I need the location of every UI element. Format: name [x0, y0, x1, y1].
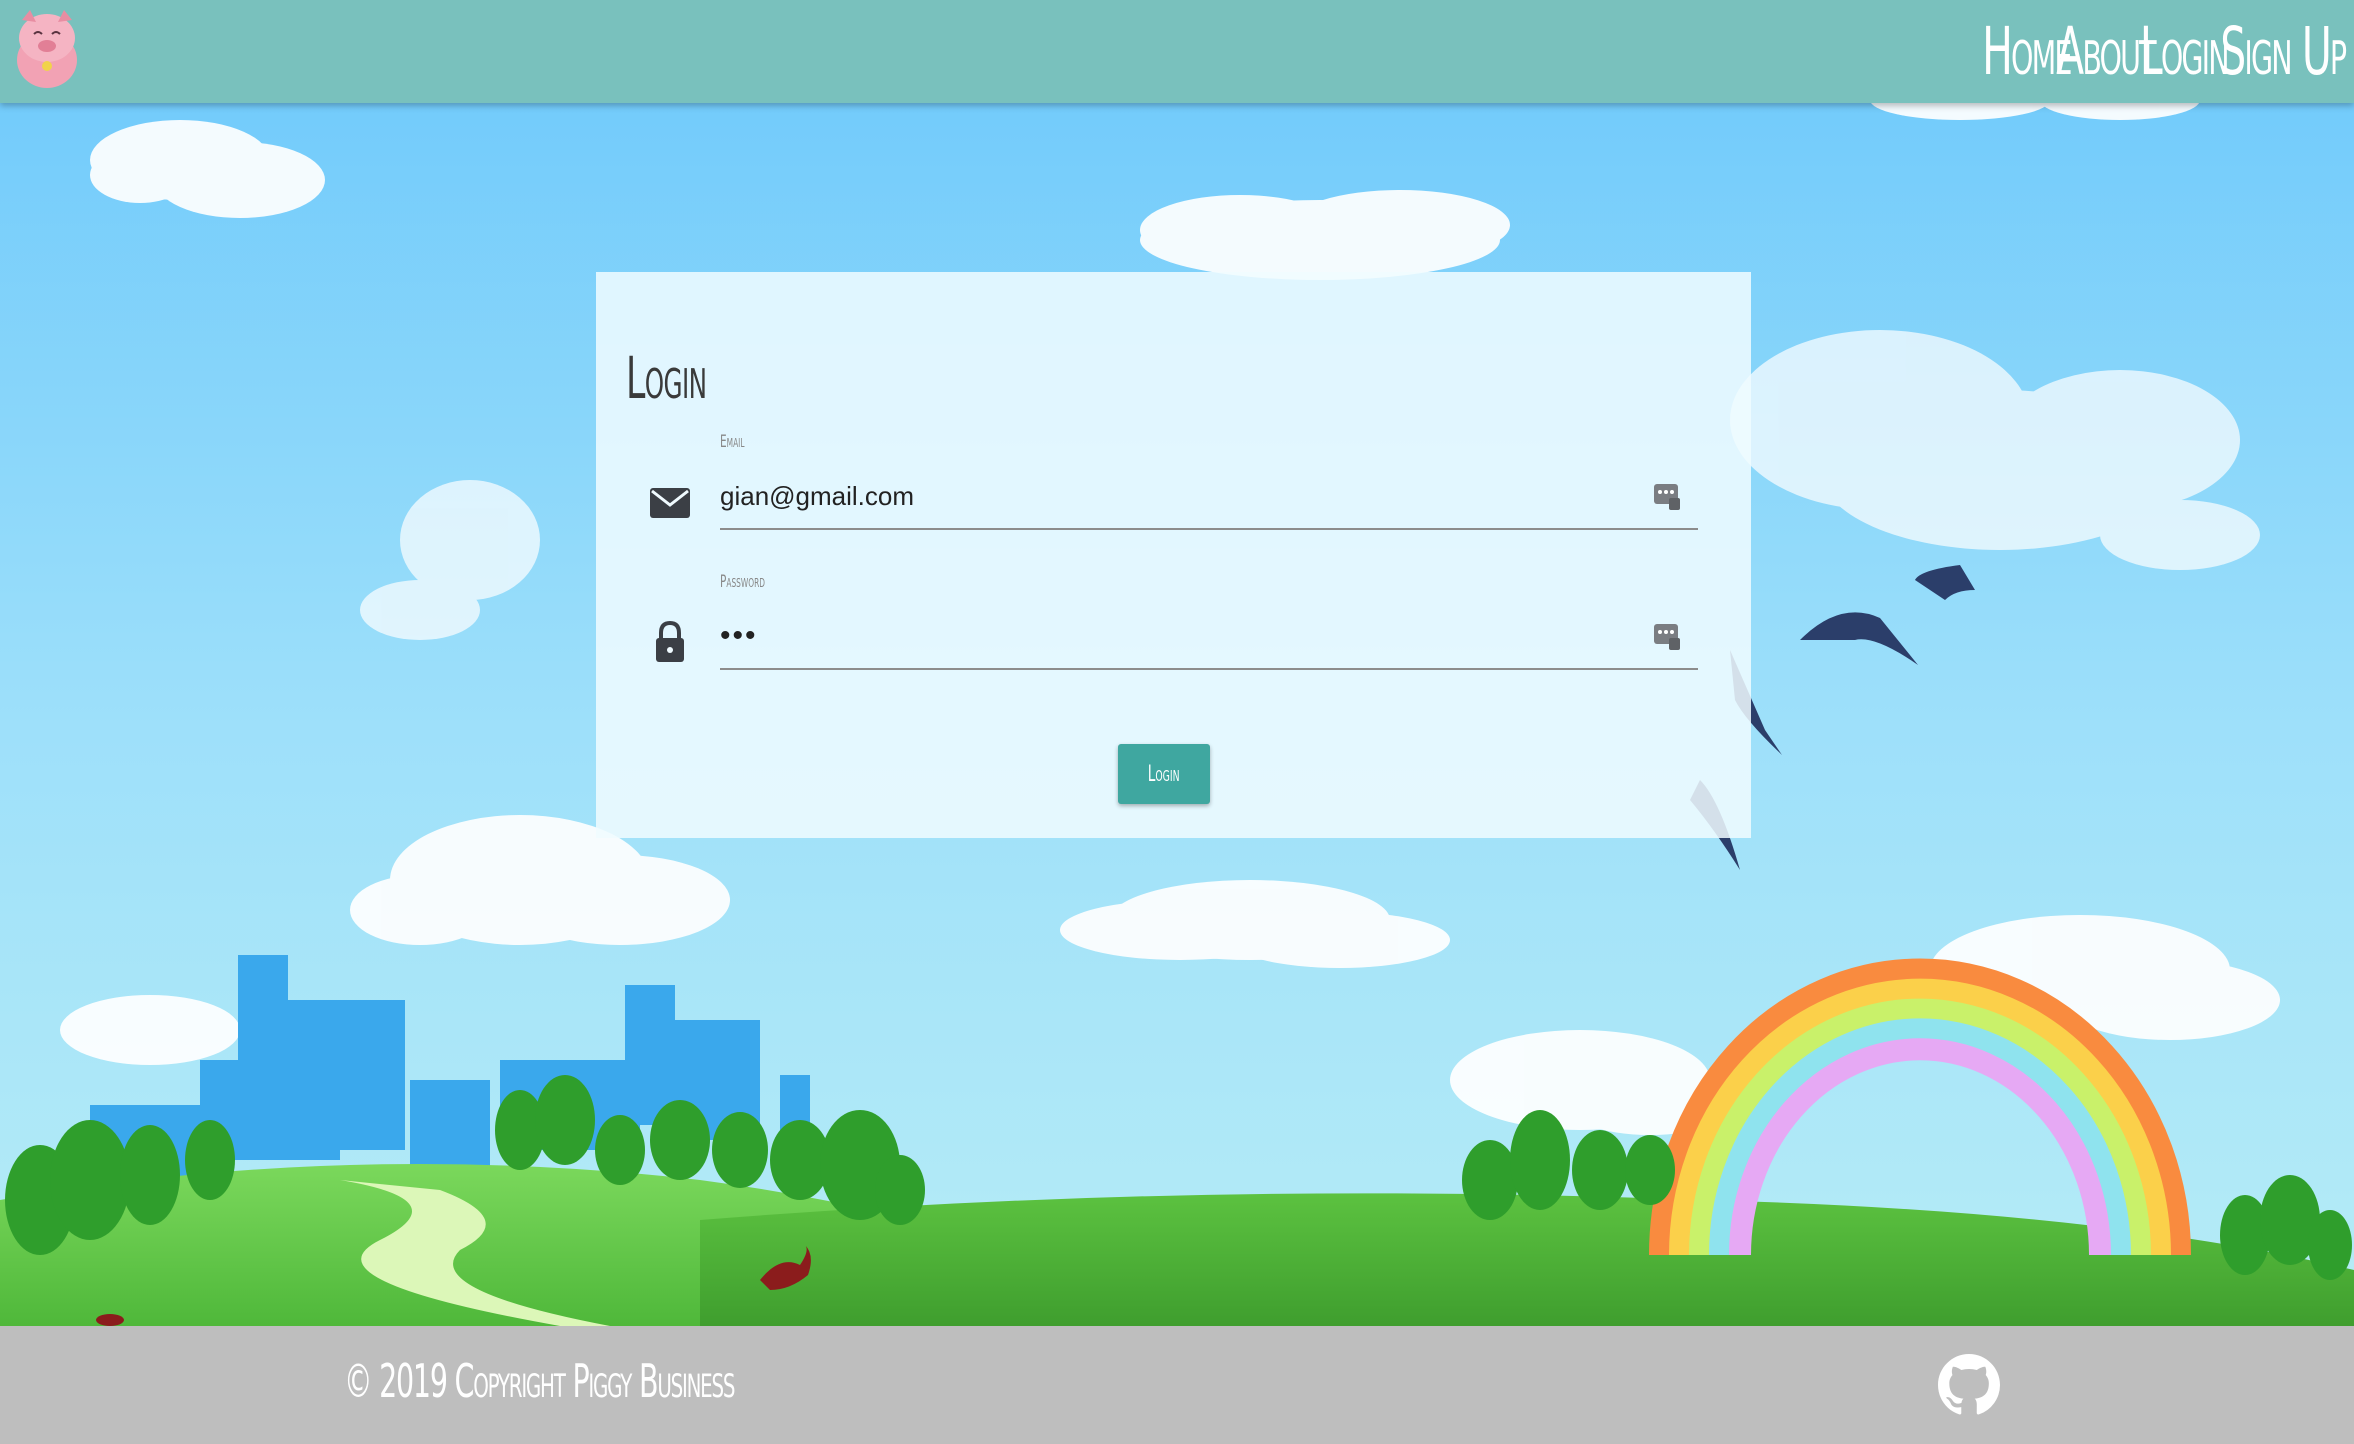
email-label: Email	[720, 432, 745, 452]
login-button[interactable]: Login	[1118, 744, 1210, 804]
page: Home About Login Sign Up Login Email gia…	[0, 0, 2354, 1444]
footer: © 2019 Copyright Piggy Business	[0, 1326, 2354, 1444]
password-input[interactable]	[720, 614, 1650, 658]
envelope-icon	[648, 480, 692, 524]
github-icon[interactable]	[1938, 1354, 2000, 1416]
password-label: Password	[720, 572, 766, 592]
nav-links: Home About Login Sign Up	[1982, 0, 2348, 103]
login-title: Login	[626, 344, 707, 412]
lock-icon	[648, 620, 692, 664]
autofill-key-icon[interactable]	[1652, 618, 1682, 652]
pig-logo-icon[interactable]	[12, 8, 82, 90]
email-input[interactable]	[720, 474, 1650, 518]
autofill-key-icon[interactable]	[1652, 478, 1682, 512]
email-field: Email	[596, 432, 1751, 542]
copyright-text: © 2019 Copyright Piggy Business	[344, 1354, 735, 1408]
navbar: Home About Login Sign Up	[0, 0, 2354, 103]
login-card: Login Email gian@gmail.com Password ••• …	[596, 272, 1751, 838]
nav-sign-up[interactable]: Sign Up	[2221, 13, 2348, 90]
nav-login[interactable]: Login	[2140, 13, 2230, 90]
password-underline	[720, 668, 1698, 670]
email-underline	[720, 528, 1698, 530]
login-button-label: Login	[1148, 761, 1180, 787]
password-field: Password	[596, 572, 1751, 682]
